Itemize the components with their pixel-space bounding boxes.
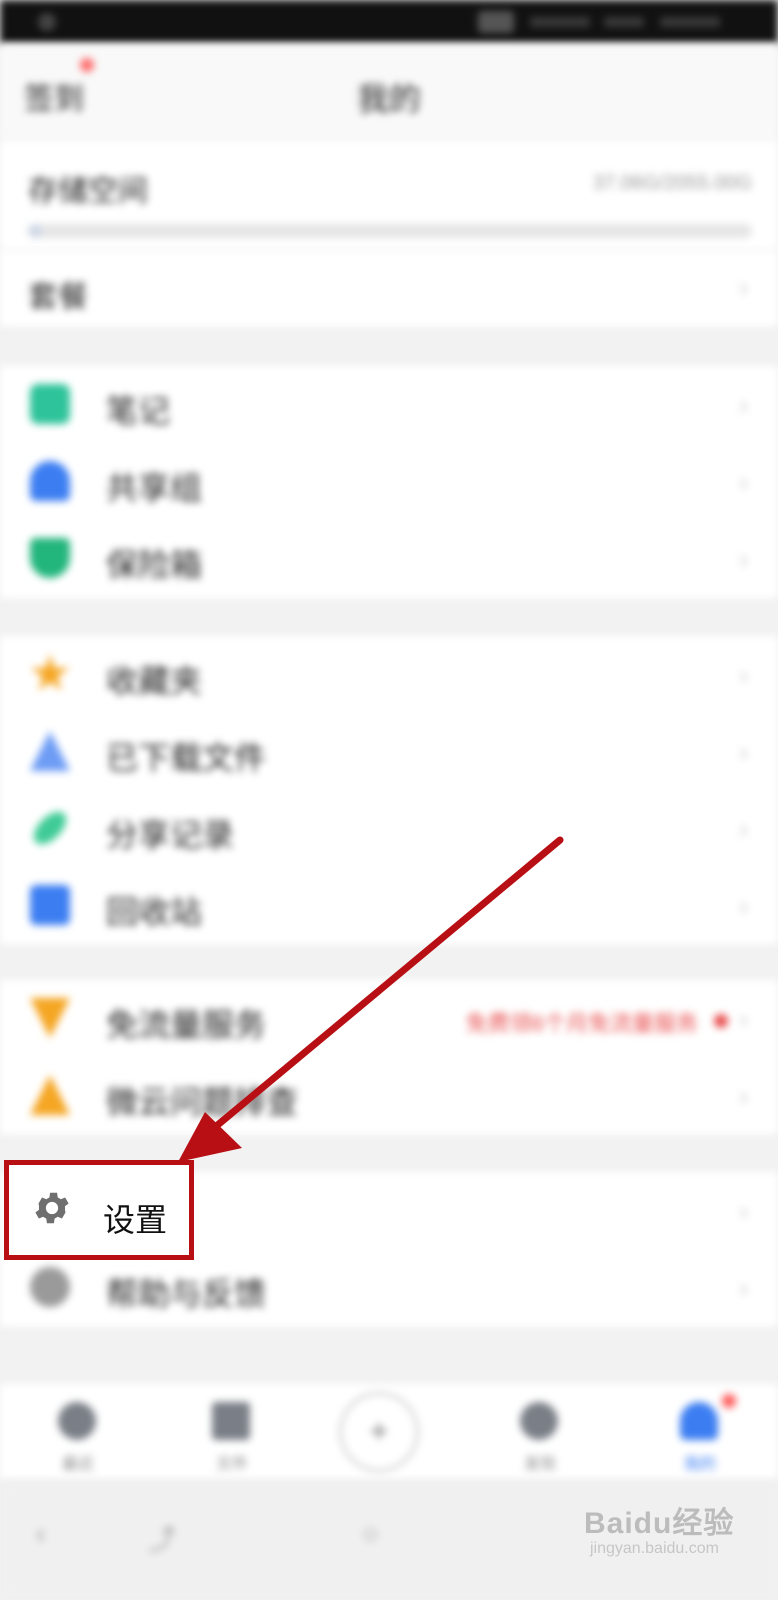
nav-gesture-icon[interactable]: ⤴: [148, 1518, 176, 1558]
group-icon: [30, 461, 70, 501]
tab-badge: [722, 1394, 736, 1408]
chevron-right-icon: ›: [739, 544, 748, 574]
nav-back-icon[interactable]: ‹: [36, 1518, 45, 1550]
clock-icon: [58, 1402, 96, 1440]
sign-in-badge: [80, 58, 94, 72]
menu-item-label: 保险箱: [106, 547, 203, 583]
chevron-right-icon: ›: [739, 814, 748, 844]
person-icon: [680, 1402, 718, 1440]
storage-value: 37.06G/2055.00G: [592, 172, 752, 194]
folder-icon: [212, 1402, 250, 1440]
storage-label: 存储空间: [28, 175, 148, 208]
plus-icon: +: [369, 1413, 389, 1449]
gear-icon: [35, 1192, 69, 1224]
tab-label: 我的: [683, 1456, 716, 1473]
menu-item-label: 回收站: [106, 894, 203, 930]
chevron-right-icon: ›: [739, 1004, 748, 1034]
tab-label: 最近: [61, 1456, 94, 1473]
upload-button[interactable]: +: [339, 1392, 419, 1472]
safe-icon: [30, 538, 70, 578]
watermark-brand: Baidu经验: [584, 1507, 735, 1540]
menu-item-label: 已下载文件: [106, 740, 267, 776]
storage-card[interactable]: 存储空间 37.06G/2055.00G: [0, 140, 778, 250]
star-icon: [30, 654, 70, 691]
menu-item-share-history[interactable]: 分享记录 ›: [0, 790, 778, 868]
chevron-right-icon: ›: [739, 737, 748, 767]
promo-text: 免费领6个月免流量服务: [465, 1011, 698, 1036]
watermark-url: jingyan.baidu.com: [590, 1540, 719, 1557]
tab-recent[interactable]: 最近: [18, 1384, 138, 1480]
menu-item-help[interactable]: 帮助与反馈 ›: [0, 1249, 778, 1327]
menu-item-label: 分享记录: [106, 817, 235, 853]
chevron-right-icon: ›: [739, 1081, 748, 1111]
services-group: 免流量服务 免费领6个月免流量服务 › 微云问题排查 ›: [0, 980, 778, 1134]
menu-item-downloads[interactable]: 已下载文件 ›: [0, 713, 778, 791]
notification-icon: [38, 13, 56, 31]
menu-item-label: 笔记: [106, 393, 171, 429]
signal-icon: [530, 17, 590, 27]
sim-icon: [478, 11, 514, 33]
chevron-right-icon: ›: [739, 660, 748, 690]
tab-files[interactable]: 文件: [172, 1384, 292, 1480]
promo-badge: [714, 1014, 728, 1028]
menu-item-shared-group[interactable]: 共享组 ›: [0, 443, 778, 521]
download-icon: [30, 731, 70, 771]
vip-label: 套餐: [28, 281, 88, 314]
help-icon: [30, 1267, 70, 1307]
settings-label: 设置: [103, 1202, 168, 1238]
tab-label: 文件: [215, 1456, 248, 1473]
status-bar: [0, 0, 778, 44]
note-icon: [30, 384, 70, 424]
top-bar: 签到 我的: [0, 44, 778, 140]
menu-item-label: 免流量服务: [106, 1007, 267, 1043]
storage-progress-fill: [28, 224, 43, 238]
clock-readout: [660, 17, 720, 27]
menu-item-notes[interactable]: 笔记 ›: [0, 366, 778, 444]
menu-item-troubleshoot[interactable]: 微云问题排查 ›: [0, 1057, 778, 1135]
menu-item-favorites[interactable]: 收藏夹 ›: [0, 636, 778, 714]
gift-icon: [30, 998, 70, 1038]
nav-home-icon[interactable]: ○: [362, 1518, 379, 1550]
page-title: 我的: [356, 81, 421, 117]
chevron-right-icon: ›: [739, 390, 748, 420]
menu-item-label: 收藏夹: [106, 663, 203, 699]
menu-item-label: 帮助与反馈: [106, 1276, 267, 1312]
tab-label: 发现: [523, 1456, 556, 1473]
chevron-right-icon: ›: [739, 1196, 748, 1226]
chevron-right-icon: ›: [739, 467, 748, 497]
link-icon: [28, 806, 72, 850]
discover-icon: [520, 1402, 558, 1440]
trash-icon: [30, 885, 70, 925]
menu-item-safe[interactable]: 保险箱 ›: [0, 520, 778, 598]
tools-group: 笔记 › 共享组 › 保险箱 ›: [0, 366, 778, 598]
files-group: 收藏夹 › 已下载文件 › 分享记录 › 回收站 ›: [0, 636, 778, 944]
battery-icon: [604, 17, 644, 27]
menu-item-trash[interactable]: 回收站 ›: [0, 867, 778, 945]
chevron-right-icon: ›: [739, 1273, 748, 1303]
menu-item-label: 微云问题排查: [106, 1084, 299, 1120]
vip-row[interactable]: 套餐 ›: [0, 250, 778, 326]
menu-item-settings[interactable]: 设置: [4, 1160, 194, 1260]
baidu-watermark: Baidu经验 jingyan.baidu.com: [584, 1492, 774, 1572]
storage-progress: [28, 224, 752, 238]
chevron-right-icon: ›: [739, 891, 748, 921]
warning-icon: [30, 1075, 70, 1115]
tab-mine[interactable]: 我的: [640, 1384, 760, 1480]
tab-discover[interactable]: 发现: [480, 1384, 600, 1480]
menu-item-label: 共享组: [106, 470, 203, 506]
chevron-right-icon: ›: [739, 272, 748, 302]
menu-item-free-traffic[interactable]: 免流量服务 免费领6个月免流量服务 ›: [0, 980, 778, 1058]
